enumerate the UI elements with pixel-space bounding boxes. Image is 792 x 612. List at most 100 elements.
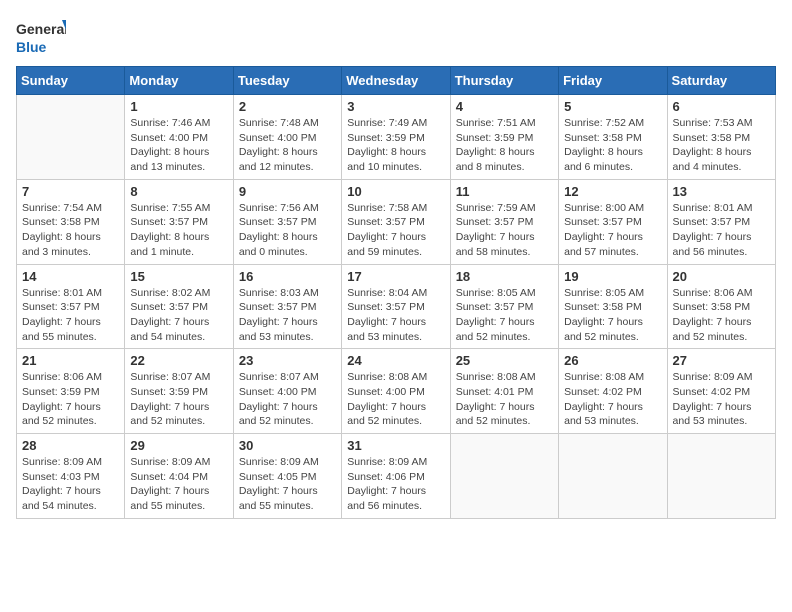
day-detail: Sunrise: 8:07 AMSunset: 3:59 PMDaylight:… bbox=[130, 370, 227, 429]
day-cell: 23 Sunrise: 8:07 AMSunset: 4:00 PMDayligh… bbox=[233, 349, 341, 434]
day-detail: Sunrise: 7:55 AMSunset: 3:57 PMDaylight:… bbox=[130, 201, 227, 260]
day-cell: 25 Sunrise: 8:08 AMSunset: 4:01 PMDayligh… bbox=[450, 349, 558, 434]
day-number: 16 bbox=[239, 269, 336, 284]
weekday-header-thursday: Thursday bbox=[450, 67, 558, 95]
day-number: 31 bbox=[347, 438, 444, 453]
day-cell: 29 Sunrise: 8:09 AMSunset: 4:04 PMDayligh… bbox=[125, 434, 233, 519]
day-detail: Sunrise: 8:06 AMSunset: 3:59 PMDaylight:… bbox=[22, 370, 119, 429]
day-number: 22 bbox=[130, 353, 227, 368]
day-number: 6 bbox=[673, 99, 770, 114]
day-detail: Sunrise: 8:02 AMSunset: 3:57 PMDaylight:… bbox=[130, 286, 227, 345]
day-detail: Sunrise: 8:08 AMSunset: 4:01 PMDaylight:… bbox=[456, 370, 553, 429]
day-detail: Sunrise: 7:54 AMSunset: 3:58 PMDaylight:… bbox=[22, 201, 119, 260]
weekday-header-sunday: Sunday bbox=[17, 67, 125, 95]
day-number: 11 bbox=[456, 184, 553, 199]
day-cell: 8 Sunrise: 7:55 AMSunset: 3:57 PMDaylight… bbox=[125, 179, 233, 264]
day-number: 23 bbox=[239, 353, 336, 368]
week-row-2: 7 Sunrise: 7:54 AMSunset: 3:58 PMDaylight… bbox=[17, 179, 776, 264]
logo-svg: General Blue bbox=[16, 16, 66, 58]
day-number: 26 bbox=[564, 353, 661, 368]
day-number: 7 bbox=[22, 184, 119, 199]
day-cell: 13 Sunrise: 8:01 AMSunset: 3:57 PMDayligh… bbox=[667, 179, 775, 264]
day-number: 15 bbox=[130, 269, 227, 284]
day-number: 18 bbox=[456, 269, 553, 284]
day-cell: 21 Sunrise: 8:06 AMSunset: 3:59 PMDayligh… bbox=[17, 349, 125, 434]
day-number: 4 bbox=[456, 99, 553, 114]
day-cell: 12Sunrise: 8:00 AMSunset: 3:57 PMDayligh… bbox=[559, 179, 667, 264]
day-number: 17 bbox=[347, 269, 444, 284]
day-number: 28 bbox=[22, 438, 119, 453]
day-detail: Sunrise: 8:06 AMSunset: 3:58 PMDaylight:… bbox=[673, 286, 770, 345]
day-detail: Sunrise: 8:05 AMSunset: 3:58 PMDaylight:… bbox=[564, 286, 661, 345]
day-cell: 10 Sunrise: 7:58 AMSunset: 3:57 PMDayligh… bbox=[342, 179, 450, 264]
day-cell: 3Sunrise: 7:49 AMSunset: 3:59 PMDaylight… bbox=[342, 95, 450, 180]
day-cell: 15 Sunrise: 8:02 AMSunset: 3:57 PMDayligh… bbox=[125, 264, 233, 349]
day-cell bbox=[559, 434, 667, 519]
day-cell: 26 Sunrise: 8:08 AMSunset: 4:02 PMDayligh… bbox=[559, 349, 667, 434]
day-detail: Sunrise: 8:01 AMSunset: 3:57 PMDaylight:… bbox=[673, 201, 770, 260]
day-detail: Sunrise: 8:09 AMSunset: 4:02 PMDaylight:… bbox=[673, 370, 770, 429]
day-detail: Sunrise: 7:58 AMSunset: 3:57 PMDaylight:… bbox=[347, 201, 444, 260]
day-cell: 4 Sunrise: 7:51 AMSunset: 3:59 PMDaylight… bbox=[450, 95, 558, 180]
header: General Blue bbox=[16, 16, 776, 58]
day-cell: 16 Sunrise: 8:03 AMSunset: 3:57 PMDayligh… bbox=[233, 264, 341, 349]
week-row-3: 14Sunrise: 8:01 AMSunset: 3:57 PMDayligh… bbox=[17, 264, 776, 349]
day-detail: Sunrise: 8:09 AMSunset: 4:05 PMDaylight:… bbox=[239, 455, 336, 514]
week-row-4: 21 Sunrise: 8:06 AMSunset: 3:59 PMDayligh… bbox=[17, 349, 776, 434]
day-number: 13 bbox=[673, 184, 770, 199]
weekday-header-monday: Monday bbox=[125, 67, 233, 95]
day-detail: Sunrise: 7:51 AMSunset: 3:59 PMDaylight:… bbox=[456, 116, 553, 175]
day-detail: Sunrise: 7:56 AMSunset: 3:57 PMDaylight:… bbox=[239, 201, 336, 260]
day-detail: Sunrise: 8:03 AMSunset: 3:57 PMDaylight:… bbox=[239, 286, 336, 345]
day-number: 10 bbox=[347, 184, 444, 199]
logo: General Blue bbox=[16, 16, 66, 58]
day-cell: 19Sunrise: 8:05 AMSunset: 3:58 PMDayligh… bbox=[559, 264, 667, 349]
day-cell: 20 Sunrise: 8:06 AMSunset: 3:58 PMDayligh… bbox=[667, 264, 775, 349]
day-cell: 6 Sunrise: 7:53 AMSunset: 3:58 PMDaylight… bbox=[667, 95, 775, 180]
day-detail: Sunrise: 8:09 AMSunset: 4:03 PMDaylight:… bbox=[22, 455, 119, 514]
day-number: 21 bbox=[22, 353, 119, 368]
day-detail: Sunrise: 7:48 AMSunset: 4:00 PMDaylight:… bbox=[239, 116, 336, 175]
day-cell: 31 Sunrise: 8:09 AMSunset: 4:06 PMDayligh… bbox=[342, 434, 450, 519]
day-number: 9 bbox=[239, 184, 336, 199]
day-cell: 9 Sunrise: 7:56 AMSunset: 3:57 PMDaylight… bbox=[233, 179, 341, 264]
day-detail: Sunrise: 8:09 AMSunset: 4:06 PMDaylight:… bbox=[347, 455, 444, 514]
day-detail: Sunrise: 8:08 AMSunset: 4:00 PMDaylight:… bbox=[347, 370, 444, 429]
weekday-header-saturday: Saturday bbox=[667, 67, 775, 95]
day-cell: 7 Sunrise: 7:54 AMSunset: 3:58 PMDaylight… bbox=[17, 179, 125, 264]
day-cell: 28 Sunrise: 8:09 AMSunset: 4:03 PMDayligh… bbox=[17, 434, 125, 519]
day-detail: Sunrise: 8:08 AMSunset: 4:02 PMDaylight:… bbox=[564, 370, 661, 429]
day-cell: 24 Sunrise: 8:08 AMSunset: 4:00 PMDayligh… bbox=[342, 349, 450, 434]
day-number: 1 bbox=[130, 99, 227, 114]
day-number: 29 bbox=[130, 438, 227, 453]
day-number: 20 bbox=[673, 269, 770, 284]
svg-text:Blue: Blue bbox=[16, 39, 47, 55]
day-number: 5 bbox=[564, 99, 661, 114]
day-cell bbox=[17, 95, 125, 180]
day-cell: 5 Sunrise: 7:52 AMSunset: 3:58 PMDaylight… bbox=[559, 95, 667, 180]
day-cell: 2 Sunrise: 7:48 AMSunset: 4:00 PMDaylight… bbox=[233, 95, 341, 180]
day-cell: 11 Sunrise: 7:59 AMSunset: 3:57 PMDayligh… bbox=[450, 179, 558, 264]
day-detail: Sunrise: 7:59 AMSunset: 3:57 PMDaylight:… bbox=[456, 201, 553, 260]
day-number: 25 bbox=[456, 353, 553, 368]
week-row-1: 1Sunrise: 7:46 AMSunset: 4:00 PMDaylight… bbox=[17, 95, 776, 180]
day-number: 30 bbox=[239, 438, 336, 453]
day-cell: 22 Sunrise: 8:07 AMSunset: 3:59 PMDayligh… bbox=[125, 349, 233, 434]
day-detail: Sunrise: 7:53 AMSunset: 3:58 PMDaylight:… bbox=[673, 116, 770, 175]
day-detail: Sunrise: 8:09 AMSunset: 4:04 PMDaylight:… bbox=[130, 455, 227, 514]
day-number: 24 bbox=[347, 353, 444, 368]
weekday-header-row: SundayMondayTuesdayWednesdayThursdayFrid… bbox=[17, 67, 776, 95]
week-row-5: 28 Sunrise: 8:09 AMSunset: 4:03 PMDayligh… bbox=[17, 434, 776, 519]
day-detail: Sunrise: 7:49 AMSunset: 3:59 PMDaylight:… bbox=[347, 116, 444, 175]
day-cell: 1Sunrise: 7:46 AMSunset: 4:00 PMDaylight… bbox=[125, 95, 233, 180]
day-number: 12 bbox=[564, 184, 661, 199]
day-cell: 17Sunrise: 8:04 AMSunset: 3:57 PMDayligh… bbox=[342, 264, 450, 349]
svg-text:General: General bbox=[16, 21, 66, 37]
day-detail: Sunrise: 7:52 AMSunset: 3:58 PMDaylight:… bbox=[564, 116, 661, 175]
day-number: 8 bbox=[130, 184, 227, 199]
day-detail: Sunrise: 8:07 AMSunset: 4:00 PMDaylight:… bbox=[239, 370, 336, 429]
day-number: 2 bbox=[239, 99, 336, 114]
weekday-header-friday: Friday bbox=[559, 67, 667, 95]
day-number: 14 bbox=[22, 269, 119, 284]
day-cell bbox=[450, 434, 558, 519]
